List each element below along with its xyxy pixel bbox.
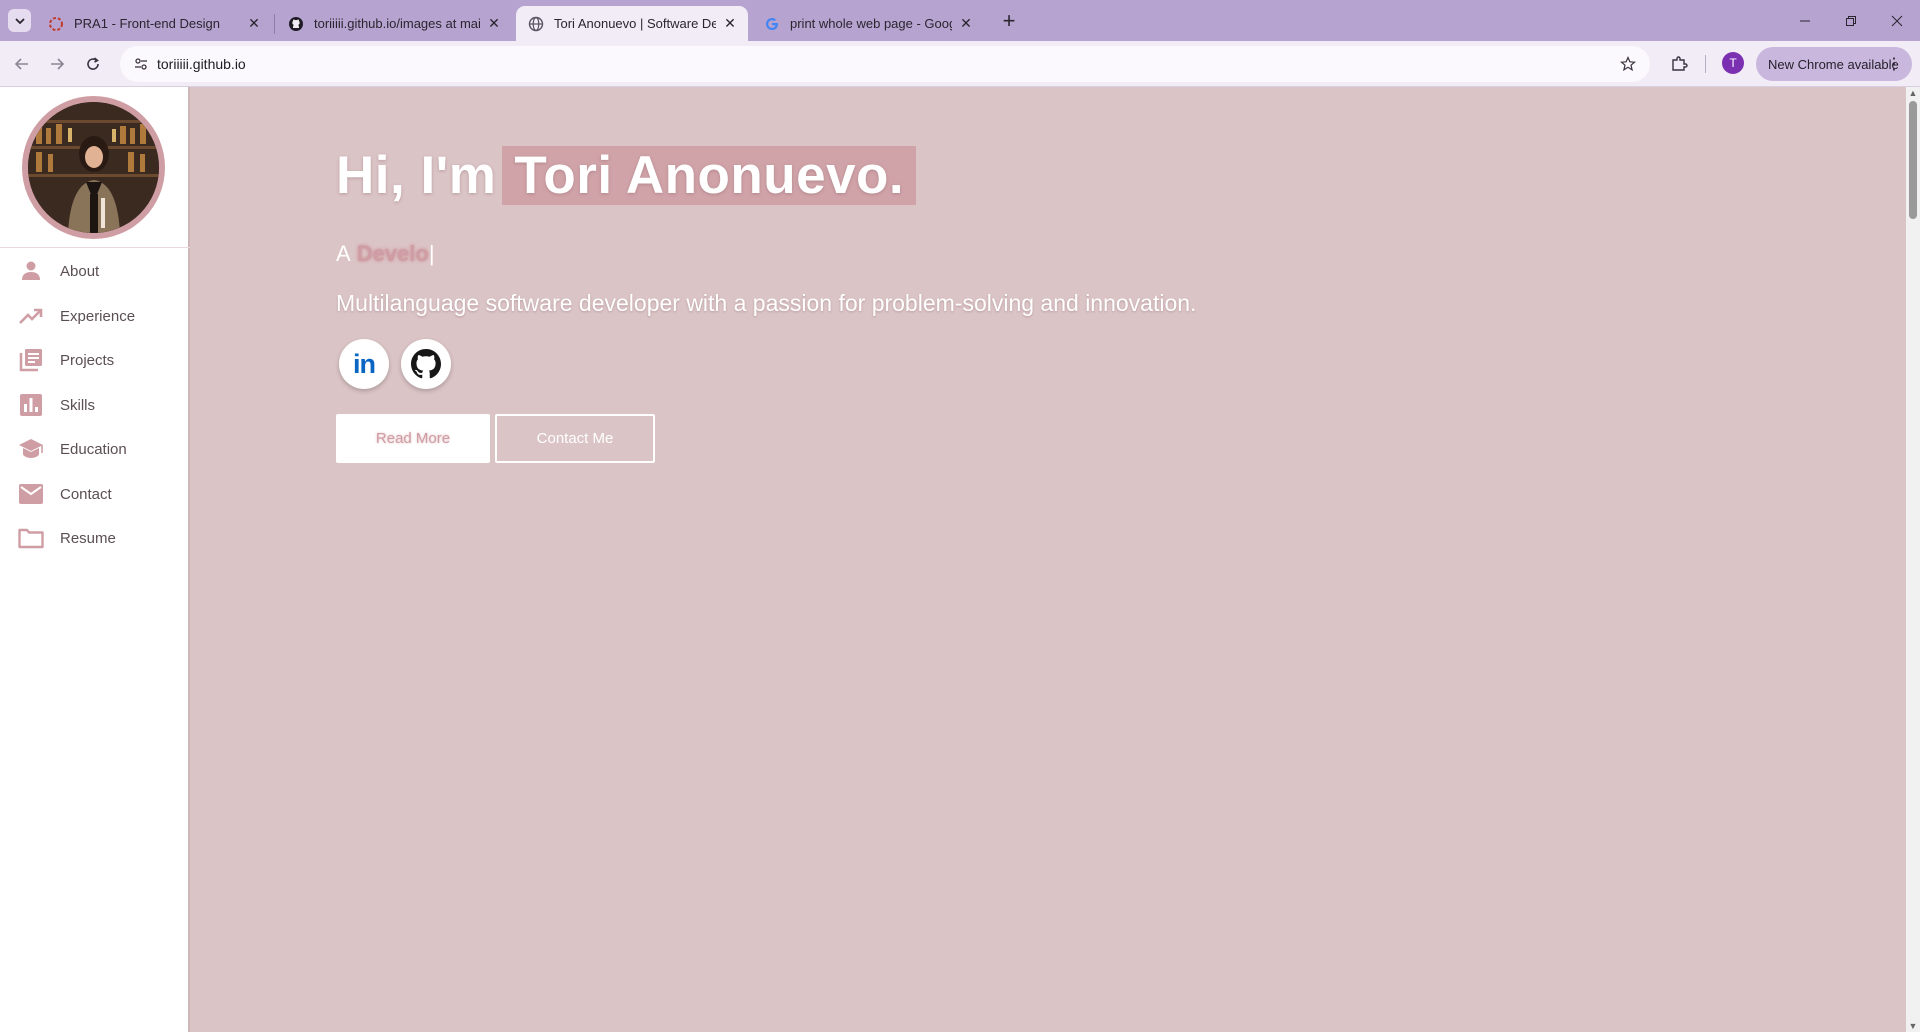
person-icon bbox=[18, 258, 44, 284]
tab-portfolio[interactable]: Tori Anonuevo | Software Devel ✕ bbox=[516, 6, 748, 41]
reload-button[interactable] bbox=[80, 51, 106, 77]
linkedin-button[interactable]: in bbox=[339, 339, 389, 389]
reload-icon bbox=[87, 57, 99, 70]
sidebar-item-projects[interactable]: Projects bbox=[0, 342, 188, 378]
tab-pra1[interactable]: PRA1 - Front-end Design ✕ bbox=[36, 6, 272, 41]
tab-title: toriiiii.github.io/images at main bbox=[314, 16, 480, 31]
hero-tagline: Multilanguage software developer with a … bbox=[336, 290, 1197, 316]
sidebar-item-label: Contact bbox=[60, 485, 112, 503]
tab-search-button[interactable] bbox=[8, 9, 31, 32]
tab-google[interactable]: print whole web page - Google ✕ bbox=[752, 6, 984, 41]
sidebar-item-label: Experience bbox=[60, 307, 136, 325]
hero-greeting: Hi, I'm bbox=[336, 146, 497, 205]
minimize-icon bbox=[1800, 20, 1810, 21]
browser-tab-strip: PRA1 - Front-end Design ✕ toriiiii.githu… bbox=[0, 0, 1920, 41]
sidebar-item-resume[interactable]: Resume bbox=[0, 520, 188, 556]
close-icon bbox=[1891, 15, 1903, 26]
back-button[interactable] bbox=[9, 51, 35, 77]
arrow-left-icon bbox=[14, 58, 28, 70]
sidebar-item-label: Projects bbox=[60, 351, 115, 369]
hero-heading: Hi, I'm Tori Anonuevo. bbox=[336, 145, 917, 206]
update-label: New Chrome available bbox=[1768, 56, 1899, 72]
sidebar-item-label: Skills bbox=[60, 396, 96, 414]
library-icon bbox=[18, 347, 44, 373]
app-icon bbox=[48, 16, 64, 32]
profile-photo bbox=[28, 102, 159, 233]
page-viewport: About Experience Projects Skills Educati… bbox=[0, 87, 1920, 1032]
typed-word: Develo bbox=[356, 241, 429, 266]
restore-icon bbox=[1846, 15, 1856, 26]
toolbar-divider bbox=[1705, 55, 1706, 73]
trending-up-icon bbox=[18, 303, 44, 329]
chevron-down-icon bbox=[14, 17, 25, 24]
tab-separator bbox=[274, 14, 275, 34]
folder-icon bbox=[18, 525, 44, 551]
scrollbar-thumb[interactable] bbox=[1909, 101, 1917, 219]
hero-section: Hi, I'm Tori Anonuevo. A Develo| Multilang… bbox=[190, 87, 1906, 1032]
sidebar-divider bbox=[0, 247, 190, 248]
sidebar-item-about[interactable]: About bbox=[0, 253, 188, 289]
menu-dots-icon: ⋮ bbox=[1886, 56, 1902, 73]
arrow-right-icon bbox=[51, 58, 65, 70]
address-bar[interactable]: toriiiii.github.io bbox=[120, 46, 1650, 82]
tab-title: Tori Anonuevo | Software Devel bbox=[554, 16, 716, 31]
typed-prefix: A bbox=[336, 241, 351, 266]
github-icon bbox=[411, 349, 441, 379]
linkedin-icon: in bbox=[353, 348, 376, 379]
restore-button[interactable] bbox=[1828, 0, 1874, 41]
page-scrollbar[interactable]: ▲ ▼ bbox=[1906, 87, 1920, 1032]
profile-avatar[interactable]: T bbox=[1722, 52, 1744, 74]
url-text: toriiiii.github.io bbox=[157, 56, 246, 72]
tab-title: PRA1 - Front-end Design bbox=[74, 16, 220, 31]
forward-button[interactable] bbox=[44, 51, 70, 77]
plus-icon: + bbox=[1002, 8, 1016, 33]
puzzle-icon bbox=[1672, 56, 1688, 71]
close-icon[interactable]: ✕ bbox=[722, 15, 738, 32]
sidebar: About Experience Projects Skills Educati… bbox=[0, 87, 190, 1032]
browser-toolbar: toriiiii.github.io T New Chrome availabl… bbox=[0, 41, 1920, 87]
github-button[interactable] bbox=[401, 339, 451, 389]
google-icon bbox=[764, 16, 780, 32]
scroll-up-arrow-icon[interactable]: ▲ bbox=[1908, 88, 1918, 98]
typed-role: A Develo| bbox=[336, 241, 435, 267]
tab-github[interactable]: toriiiii.github.io/images at main ✕ bbox=[276, 6, 512, 41]
typed-caret: | bbox=[428, 241, 435, 266]
hero-name: Tori Anonuevo. bbox=[502, 146, 917, 205]
sidebar-item-label: Education bbox=[60, 440, 127, 458]
new-chrome-available-button[interactable]: New Chrome available ⋮ bbox=[1756, 47, 1912, 81]
graduation-cap-icon bbox=[18, 436, 44, 462]
tab-title: print whole web page - Google bbox=[790, 16, 952, 31]
scroll-down-arrow-icon[interactable]: ▼ bbox=[1908, 1021, 1918, 1031]
new-tab-button[interactable]: + bbox=[996, 8, 1022, 34]
sidebar-item-education[interactable]: Education bbox=[0, 431, 188, 467]
site-info-icon[interactable] bbox=[132, 55, 150, 73]
extensions-button[interactable] bbox=[1666, 51, 1692, 77]
close-icon[interactable]: ✕ bbox=[958, 15, 974, 32]
globe-icon bbox=[528, 16, 544, 32]
close-icon[interactable]: ✕ bbox=[486, 15, 502, 32]
minimize-button[interactable] bbox=[1782, 0, 1828, 41]
sidebar-item-label: Resume bbox=[60, 529, 116, 547]
close-window-button[interactable] bbox=[1874, 0, 1920, 41]
close-icon[interactable]: ✕ bbox=[246, 15, 262, 32]
sidebar-item-skills[interactable]: Skills bbox=[0, 387, 188, 423]
contact-me-button[interactable]: Contact Me bbox=[495, 414, 655, 463]
sidebar-item-contact[interactable]: Contact bbox=[0, 476, 188, 512]
profile-photo-frame bbox=[22, 96, 165, 239]
sidebar-item-label: About bbox=[60, 262, 100, 280]
mail-icon bbox=[18, 481, 44, 507]
read-more-button[interactable]: Read More bbox=[336, 414, 490, 463]
bar-chart-icon bbox=[18, 392, 44, 418]
sidebar-item-experience[interactable]: Experience bbox=[0, 298, 188, 334]
github-icon bbox=[288, 16, 304, 32]
star-icon[interactable] bbox=[1618, 54, 1638, 74]
